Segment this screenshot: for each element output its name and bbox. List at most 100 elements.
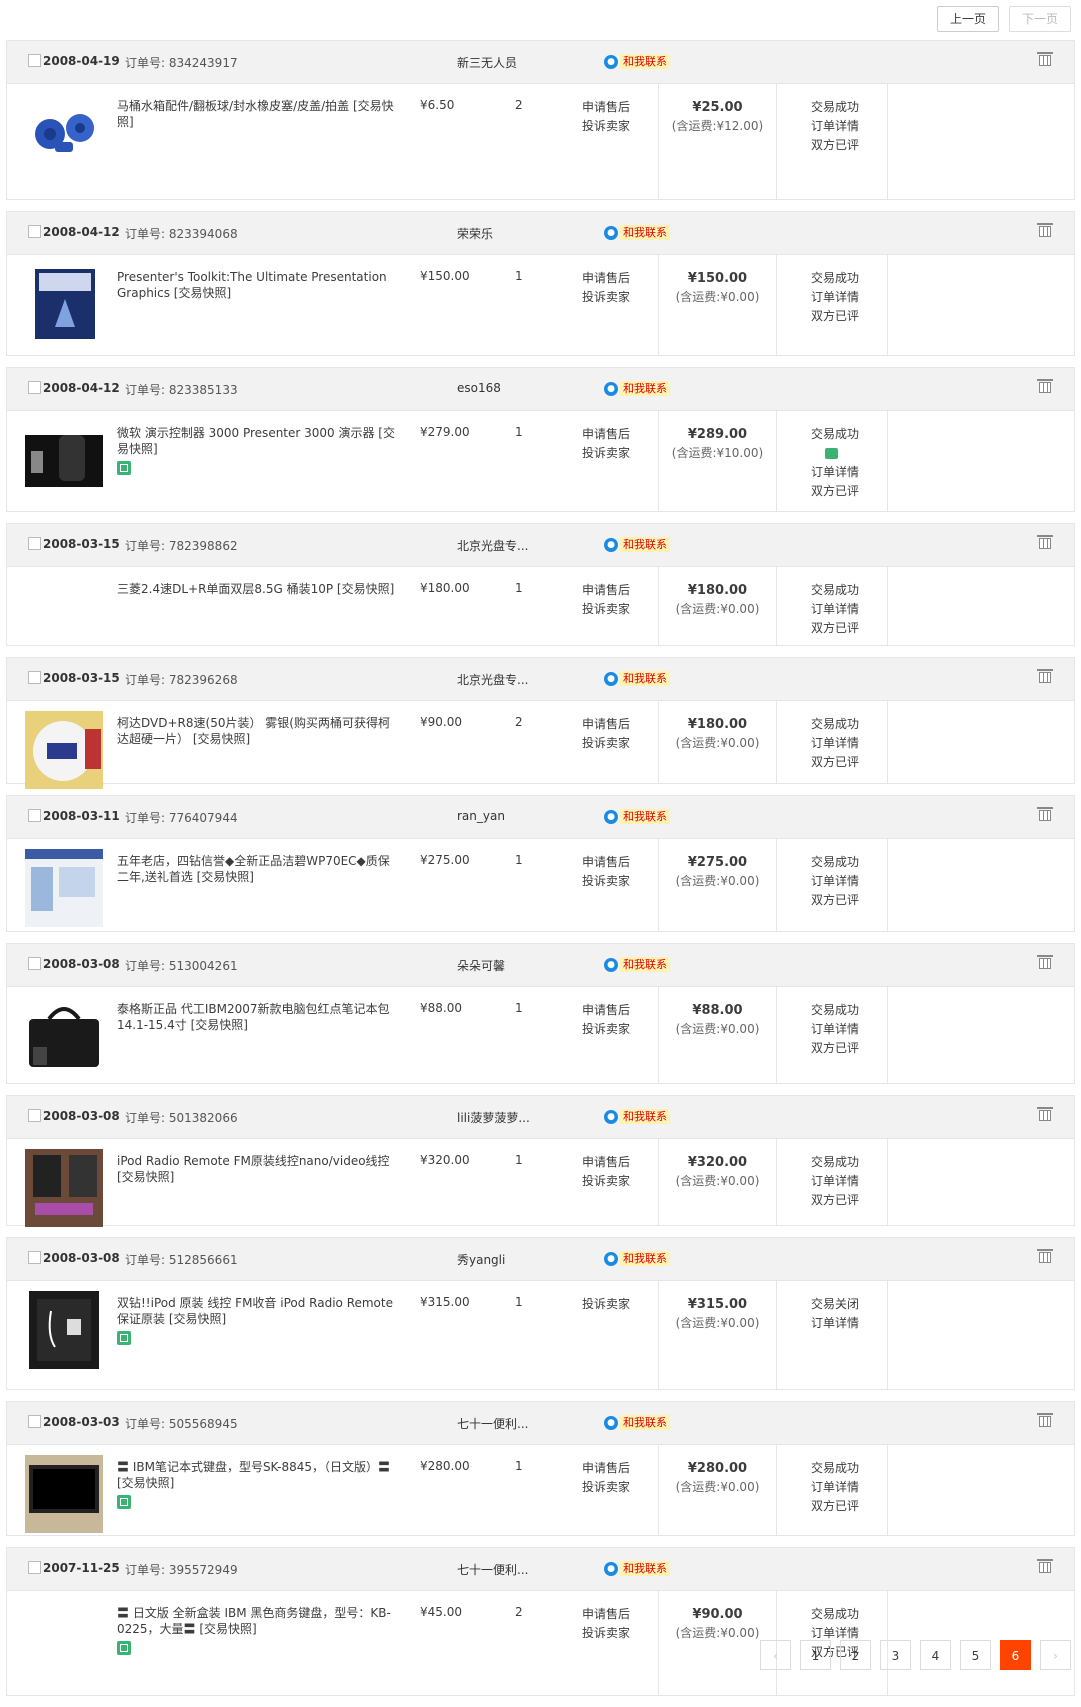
pager-page-1[interactable]: 1 bbox=[800, 1640, 831, 1670]
trash-icon[interactable] bbox=[1037, 378, 1053, 394]
status-link[interactable]: 订单详情 bbox=[777, 600, 887, 619]
seller-name[interactable]: 北京光盘专... bbox=[457, 537, 528, 554]
product-title[interactable]: 微软 演示控制器 3000 Presenter 3000 演示器 [交易快照] bbox=[117, 425, 399, 475]
pager-page-5[interactable]: 5 bbox=[960, 1640, 991, 1670]
seller-name[interactable]: lili菠萝菠萝... bbox=[457, 1109, 530, 1126]
contact-button[interactable]: ● 和我联系 bbox=[604, 671, 670, 686]
trash-icon[interactable] bbox=[1037, 954, 1053, 970]
pager-next-button[interactable]: › bbox=[1040, 1640, 1071, 1670]
order-checkbox[interactable] bbox=[28, 1251, 41, 1264]
service-link[interactable]: 申请售后 bbox=[582, 1001, 630, 1020]
status-link[interactable]: 双方已评 bbox=[777, 307, 887, 326]
trash-icon[interactable] bbox=[1037, 534, 1053, 550]
status-link[interactable]: 双方已评 bbox=[777, 1497, 887, 1516]
status-link[interactable]: 交易成功 bbox=[777, 1605, 887, 1624]
status-link[interactable]: 交易关闭 bbox=[777, 1295, 887, 1314]
status-link[interactable]: 交易成功 bbox=[777, 98, 887, 117]
status-link[interactable]: 双方已评 bbox=[777, 1191, 887, 1210]
contact-button[interactable]: ● 和我联系 bbox=[604, 225, 670, 240]
status-link[interactable]: 交易成功 bbox=[777, 1153, 887, 1172]
product-image[interactable] bbox=[25, 421, 103, 499]
status-link[interactable]: 交易成功 bbox=[777, 425, 887, 444]
service-link[interactable]: 投诉卖家 bbox=[582, 600, 630, 619]
service-link[interactable]: 申请售后 bbox=[582, 1459, 630, 1478]
trash-icon[interactable] bbox=[1037, 1248, 1053, 1264]
product-title[interactable]: 泰格斯正品 代工IBM2007新款电脑包红点笔记本包 14.1-15.4寸 [交… bbox=[117, 1001, 399, 1033]
order-checkbox[interactable] bbox=[28, 54, 41, 67]
service-link[interactable]: 申请售后 bbox=[582, 1605, 630, 1624]
pager-prev-button[interactable]: ‹ bbox=[760, 1640, 791, 1670]
next-page-button[interactable]: 下一页 bbox=[1008, 6, 1071, 32]
trash-icon[interactable] bbox=[1037, 668, 1053, 684]
status-link[interactable]: 交易成功 bbox=[777, 853, 887, 872]
pager-page-4[interactable]: 4 bbox=[920, 1640, 951, 1670]
product-title[interactable]: 柯达DVD+R8速(50片装） 雾银(购买两桶可获得柯达超硬一片） [交易快照] bbox=[117, 715, 399, 747]
service-link[interactable]: 投诉卖家 bbox=[582, 117, 630, 136]
status-link[interactable]: 订单详情 bbox=[777, 872, 887, 891]
status-link[interactable]: 订单详情 bbox=[777, 117, 887, 136]
pager-page-6[interactable]: 6 bbox=[1000, 1640, 1031, 1670]
status-link[interactable]: 订单详情 bbox=[777, 1172, 887, 1191]
contact-button[interactable]: ● 和我联系 bbox=[604, 1251, 670, 1266]
seller-name[interactable]: eso168 bbox=[457, 381, 501, 395]
trash-icon[interactable] bbox=[1037, 51, 1053, 67]
product-title[interactable]: 〓 日文版 全新盒装 IBM 黑色商务键盘，型号：KB-0225，大量〓 [交易… bbox=[117, 1605, 399, 1655]
seller-name[interactable]: 新三无人员 bbox=[457, 54, 517, 71]
status-link[interactable]: 订单详情 bbox=[777, 1314, 887, 1333]
seller-name[interactable]: 北京光盘专... bbox=[457, 671, 528, 688]
contact-button[interactable]: ● 和我联系 bbox=[604, 1415, 670, 1430]
service-link[interactable]: 投诉卖家 bbox=[582, 444, 630, 463]
product-image[interactable] bbox=[25, 997, 103, 1075]
status-link[interactable]: 双方已评 bbox=[777, 753, 887, 772]
trash-icon[interactable] bbox=[1037, 1412, 1053, 1428]
status-link[interactable]: 订单详情 bbox=[777, 288, 887, 307]
order-checkbox[interactable] bbox=[28, 1109, 41, 1122]
product-title[interactable]: 双钻!!iPod 原装 线控 FM收音 iPod Radio Remote 保证… bbox=[117, 1295, 399, 1345]
product-image[interactable] bbox=[25, 94, 103, 172]
product-title[interactable]: iPod Radio Remote FM原装线控nano/video线控 [交易… bbox=[117, 1153, 399, 1185]
product-title[interactable]: 三菱2.4速DL+R单面双层8.5G 桶装10P [交易快照] bbox=[117, 581, 399, 597]
order-checkbox[interactable] bbox=[28, 381, 41, 394]
status-link[interactable]: 双方已评 bbox=[777, 619, 887, 638]
product-title[interactable]: 五年老店，四钻信誉◆全新正品洁碧WP70EC◆质保二年,送礼首选 [交易快照] bbox=[117, 853, 399, 885]
service-link[interactable]: 申请售后 bbox=[582, 425, 630, 444]
product-image[interactable] bbox=[25, 849, 103, 927]
contact-button[interactable]: ● 和我联系 bbox=[604, 957, 670, 972]
seller-name[interactable]: ran_yan bbox=[457, 809, 505, 823]
service-link[interactable]: 申请售后 bbox=[582, 98, 630, 117]
status-link[interactable]: 订单详情 bbox=[777, 1478, 887, 1497]
chat-icon[interactable] bbox=[825, 448, 838, 459]
service-link[interactable]: 申请售后 bbox=[582, 269, 630, 288]
product-image[interactable] bbox=[25, 1149, 103, 1227]
contact-button[interactable]: ● 和我联系 bbox=[604, 54, 670, 69]
status-link[interactable]: 订单详情 bbox=[777, 734, 887, 753]
pager-page-3[interactable]: 3 bbox=[880, 1640, 911, 1670]
status-link[interactable]: 双方已评 bbox=[777, 482, 887, 501]
status-link[interactable]: 双方已评 bbox=[777, 1039, 887, 1058]
product-image[interactable] bbox=[25, 1291, 103, 1369]
service-link[interactable]: 投诉卖家 bbox=[582, 1172, 630, 1191]
order-checkbox[interactable] bbox=[28, 809, 41, 822]
trash-icon[interactable] bbox=[1037, 806, 1053, 822]
order-checkbox[interactable] bbox=[28, 957, 41, 970]
seller-name[interactable]: 秀yangli bbox=[457, 1251, 505, 1268]
seller-name[interactable]: 七十一便利... bbox=[457, 1415, 528, 1432]
order-checkbox[interactable] bbox=[28, 537, 41, 550]
order-checkbox[interactable] bbox=[28, 1415, 41, 1428]
seller-name[interactable]: 朵朵可馨 bbox=[457, 957, 505, 974]
trash-icon[interactable] bbox=[1037, 1558, 1053, 1574]
service-link[interactable]: 投诉卖家 bbox=[582, 872, 630, 891]
contact-button[interactable]: ● 和我联系 bbox=[604, 809, 670, 824]
contact-button[interactable]: ● 和我联系 bbox=[604, 381, 670, 396]
status-link[interactable]: 交易成功 bbox=[777, 1001, 887, 1020]
service-link[interactable]: 投诉卖家 bbox=[582, 1020, 630, 1039]
order-checkbox[interactable] bbox=[28, 671, 41, 684]
status-link[interactable]: 双方已评 bbox=[777, 891, 887, 910]
product-image[interactable] bbox=[25, 711, 103, 789]
order-checkbox[interactable] bbox=[28, 225, 41, 238]
product-title[interactable]: 〓 IBM笔记本式键盘，型号SK-8845，（日文版）〓 [交易快照] bbox=[117, 1459, 399, 1509]
product-title[interactable]: Presenter's Toolkit:The Ultimate Present… bbox=[117, 269, 399, 301]
product-title[interactable]: 马桶水箱配件/翻板球/封水橡皮塞/皮盖/拍盖 [交易快照] bbox=[117, 98, 399, 130]
status-link[interactable]: 交易成功 bbox=[777, 1459, 887, 1478]
pager-page-2[interactable]: 2 bbox=[840, 1640, 871, 1670]
